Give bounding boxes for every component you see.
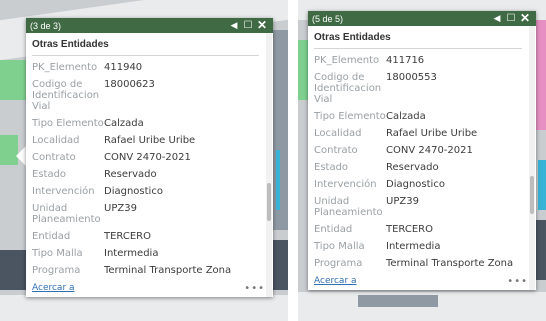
popup-header: (3 de 3) ◀ ☐ ✕ <box>26 18 273 33</box>
previous-feature-icon[interactable]: ◀ <box>490 11 504 26</box>
attribute-value: Intermedia <box>386 241 441 252</box>
attribute-row: Entidad TERCERO <box>314 224 522 235</box>
attribute-value: UPZ39 <box>104 203 137 214</box>
popup-footer: Acercar a ••• <box>32 282 265 294</box>
attribute-row: Tipo Elemento Calzada <box>314 111 522 122</box>
right-map-view[interactable]: (5 de 5) ◀ ☐ ✕ Otras Entidades PK_Elemen… <box>298 0 546 321</box>
popup-scrollbar[interactable] <box>529 26 535 290</box>
attribute-value: 411716 <box>386 55 425 66</box>
attribute-value: 18000623 <box>104 79 155 90</box>
attribute-row: Intervención Diagnostico <box>32 186 259 197</box>
attribute-row: Contrato CONV 2470-2021 <box>32 152 259 163</box>
attribute-label: Estado <box>314 162 349 173</box>
attribute-value: CONV 2470-2021 <box>104 152 191 163</box>
feature-counter: (5 de 5) <box>312 13 344 24</box>
zoom-to-link[interactable]: Acercar a <box>32 283 244 293</box>
attribute-row: Tipo Malla Intermedia <box>32 248 259 259</box>
feature-popup: (5 de 5) ◀ ☐ ✕ Otras Entidades PK_Elemen… <box>308 11 536 290</box>
left-map-view[interactable]: (3 de 3) ◀ ☐ ✕ Otras Entidades PK_Elemen… <box>0 0 288 321</box>
previous-feature-icon[interactable]: ◀ <box>227 18 241 33</box>
attribute-row: Programa Terminal Transporte Zona <box>314 258 522 269</box>
scrollbar-thumb[interactable] <box>530 176 534 214</box>
attribute-label: Localidad <box>314 128 362 139</box>
feature-counter: (3 de 3) <box>30 20 62 31</box>
attribute-row: Localidad Rafael Uribe Uribe <box>314 128 522 139</box>
attribute-row: Tipo Malla Intermedia <box>314 241 522 252</box>
attribute-value: Diagnostico <box>104 186 163 197</box>
attribute-value: UPZ39 <box>386 196 419 207</box>
attribute-label: Unidad Planeamiento <box>314 196 383 218</box>
feature-popup: (3 de 3) ◀ ☐ ✕ Otras Entidades PK_Elemen… <box>26 18 273 297</box>
attribute-label: Intervención <box>314 179 377 190</box>
attribute-value: 18000553 <box>386 72 437 83</box>
attribute-row: Estado Reservado <box>314 162 522 173</box>
attribute-row: PK_Elemento 411716 <box>314 55 522 66</box>
attribute-row: Codigo de Identificacion Vial 18000553 <box>314 72 522 105</box>
attribute-value: Calzada <box>104 118 144 129</box>
attribute-label: Entidad <box>32 231 71 242</box>
maximize-icon[interactable]: ☐ <box>504 11 518 26</box>
attribute-value: CONV 2470-2021 <box>386 145 473 156</box>
attribute-label: Programa <box>314 258 363 269</box>
popup-pointer <box>16 146 26 166</box>
popup-footer: Acercar a ••• <box>314 275 528 287</box>
close-icon[interactable]: ✕ <box>255 18 269 33</box>
attribute-value: Reservado <box>386 162 439 173</box>
attribute-label: Contrato <box>314 145 358 156</box>
attribute-value: Terminal Transporte Zona <box>386 258 514 269</box>
attribute-label: Codigo de Identificacion Vial <box>32 79 100 112</box>
attribute-label: Tipo Elemento <box>314 111 386 122</box>
attribute-label: Programa <box>32 265 81 276</box>
popup-content[interactable]: Otras Entidades PK_Elemento 411940 Codigo … <box>26 33 265 297</box>
attribute-row: Entidad TERCERO <box>32 231 259 242</box>
attribute-row: Estado Reservado <box>32 169 259 180</box>
more-options-icon[interactable]: ••• <box>244 283 265 294</box>
maximize-icon[interactable]: ☐ <box>241 18 255 33</box>
attribute-row: Unidad Planeamiento UPZ39 <box>32 203 259 225</box>
attribute-row: Localidad Rafael Uribe Uribe <box>32 135 259 146</box>
attribute-label: Contrato <box>32 152 76 163</box>
attribute-row: PK_Elemento 411940 <box>32 62 259 73</box>
attribute-value: Intermedia <box>104 248 159 259</box>
attribute-label: Tipo Malla <box>314 241 365 252</box>
attribute-row: Programa Terminal Transporte Zona <box>32 265 259 276</box>
attribute-list: PK_Elemento 411716 Codigo de Identificacio… <box>314 55 522 269</box>
attribute-row: Unidad Planeamiento UPZ39 <box>314 196 522 218</box>
attribute-row: Intervención Diagnostico <box>314 179 522 190</box>
attribute-value: TERCERO <box>386 224 433 235</box>
attribute-value: Calzada <box>386 111 426 122</box>
attribute-list: PK_Elemento 411940 Codigo de Identificacio… <box>32 62 259 276</box>
attribute-label: Codigo de Identificacion Vial <box>314 72 382 105</box>
attribute-label: Tipo Elemento <box>32 118 104 129</box>
popup-title: Otras Entidades <box>314 32 522 49</box>
close-icon[interactable]: ✕ <box>518 11 532 26</box>
attribute-label: Intervención <box>32 186 95 197</box>
attribute-label: Unidad Planeamiento <box>32 203 101 225</box>
zoom-to-link[interactable]: Acercar a <box>314 276 507 286</box>
attribute-row: Contrato CONV 2470-2021 <box>314 145 522 156</box>
attribute-value: 411940 <box>104 62 143 73</box>
attribute-row: Tipo Elemento Calzada <box>32 118 259 129</box>
attribute-row: Codigo de Identificacion Vial 18000623 <box>32 79 259 112</box>
attribute-value: Diagnostico <box>386 179 445 190</box>
attribute-value: Reservado <box>104 169 157 180</box>
attribute-label: PK_Elemento <box>32 62 98 73</box>
attribute-label: Localidad <box>32 135 80 146</box>
popup-title: Otras Entidades <box>32 39 259 56</box>
attribute-value: Rafael Uribe Uribe <box>104 135 196 146</box>
attribute-value: Rafael Uribe Uribe <box>386 128 478 139</box>
attribute-label: Tipo Malla <box>32 248 83 259</box>
attribute-label: Entidad <box>314 224 353 235</box>
popup-scrollbar[interactable] <box>266 33 272 297</box>
attribute-value: Terminal Transporte Zona <box>104 265 232 276</box>
attribute-value: TERCERO <box>104 231 151 242</box>
popup-header: (5 de 5) ◀ ☐ ✕ <box>308 11 536 26</box>
popup-content[interactable]: Otras Entidades PK_Elemento 411716 Codigo … <box>308 26 528 290</box>
attribute-label: Estado <box>32 169 67 180</box>
more-options-icon[interactable]: ••• <box>507 276 528 287</box>
scrollbar-thumb[interactable] <box>267 183 271 221</box>
attribute-label: PK_Elemento <box>314 55 380 66</box>
